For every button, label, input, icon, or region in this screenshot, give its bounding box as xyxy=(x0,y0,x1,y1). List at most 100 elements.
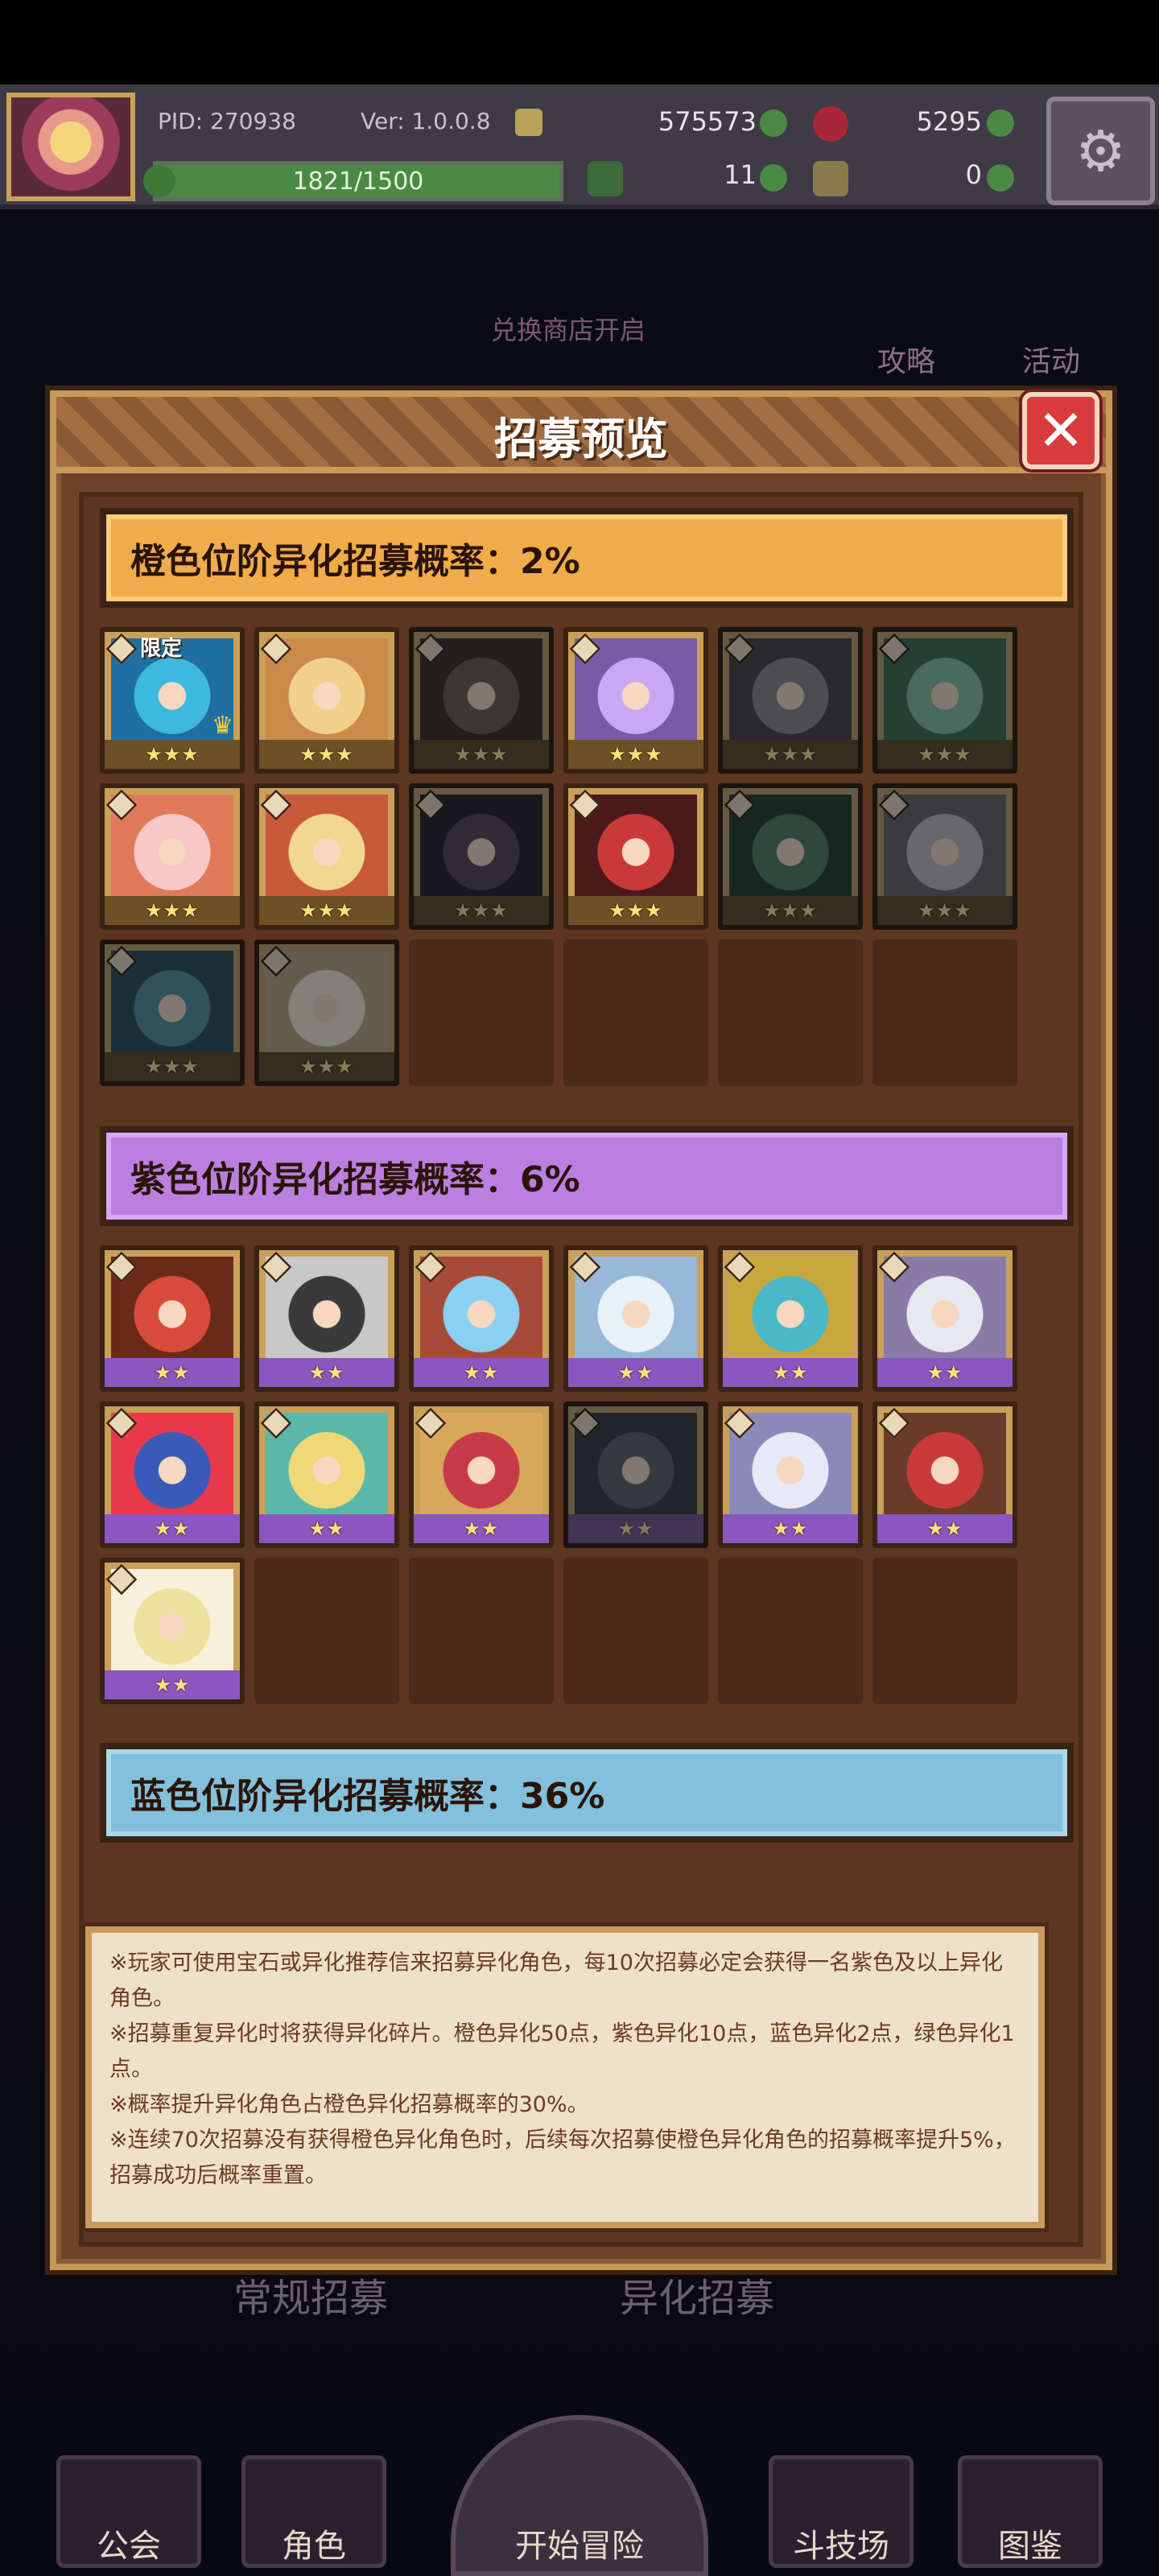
empty-slot xyxy=(718,1558,863,1704)
add-gem-icon[interactable] xyxy=(987,109,1014,137)
character-card[interactable]: ★★★ xyxy=(563,627,708,774)
character-card-frame: ★★ xyxy=(100,1245,245,1392)
purple-tier-grid: ★★ ★★ ★★ ★★ ★★ ★★ ★★ ★★ ★★ ★★ ★★ ★★ ★★ xyxy=(100,1245,1074,1704)
settings-gear-icon[interactable]: ⚙ xyxy=(1046,97,1155,205)
clover-count: 11 xyxy=(724,159,757,190)
nav-codex[interactable]: 图鉴 xyxy=(958,2520,1103,2566)
character-card[interactable]: 限定 ♛ ★★★ xyxy=(100,627,245,774)
character-card[interactable]: ★★★ xyxy=(563,783,708,930)
character-card[interactable]: ★★ xyxy=(718,1402,863,1548)
add-key-icon[interactable] xyxy=(987,164,1014,192)
star-rating: ★★ xyxy=(568,1514,703,1543)
character-card[interactable]: ★★★ xyxy=(872,627,1017,774)
character-card[interactable]: ★★★ xyxy=(100,783,245,930)
game-screen: PID: 270938 Ver: 1.0.0.8 575573 5295 182… xyxy=(0,0,1159,2576)
character-card[interactable]: ★★ xyxy=(409,1402,554,1548)
note-line: ※招募重复异化时将获得异化碎片。橙色异化50点，紫色异化10点，蓝色异化2点，绿… xyxy=(109,2021,1015,2082)
character-card-frame: ★★★ xyxy=(563,627,708,774)
character-card[interactable]: ★★ xyxy=(872,1402,1017,1548)
star-rating: ★★ xyxy=(568,1358,703,1387)
version-text: Ver: 1.0.0.8 xyxy=(361,108,491,134)
star-rating: ★★★ xyxy=(568,740,703,769)
star-rating: ★★★ xyxy=(414,896,549,925)
normal-recruit-button[interactable]: 常规招募 xyxy=(233,2266,388,2322)
character-card[interactable]: ★★★ xyxy=(718,783,863,930)
coin-count: 575573 xyxy=(658,106,757,137)
character-card-frame: ★★ xyxy=(254,1245,399,1392)
empty-slot xyxy=(409,1558,554,1704)
character-card[interactable]: ★★ xyxy=(409,1245,554,1392)
character-card[interactable]: ★★ xyxy=(718,1245,863,1392)
character-card[interactable]: ★★ xyxy=(563,1402,708,1548)
character-card-frame: ★★ xyxy=(409,1402,554,1548)
empty-slot xyxy=(718,939,863,1086)
star-rating: ★★ xyxy=(414,1514,549,1543)
character-card[interactable]: ★★ xyxy=(254,1245,399,1392)
character-card-frame: ★★ xyxy=(100,1402,245,1548)
character-card-frame: ★★ xyxy=(718,1245,863,1392)
empty-slot xyxy=(872,939,1017,1086)
key-count: 0 xyxy=(965,159,982,190)
character-card-frame: ★★ xyxy=(254,1402,399,1548)
nav-character[interactable]: 角色 xyxy=(241,2520,386,2566)
close-icon[interactable]: ✕ xyxy=(1022,392,1099,469)
character-card[interactable]: ★★★ xyxy=(409,783,554,930)
variant-recruit-button[interactable]: 异化招募 xyxy=(620,2266,774,2322)
star-rating: ★★ xyxy=(414,1358,549,1387)
character-card-frame: ★★ xyxy=(100,1558,245,1704)
limited-badge: 限定 xyxy=(140,637,183,661)
star-rating: ★★ xyxy=(105,1670,240,1699)
character-card[interactable]: ★★★ xyxy=(872,783,1017,930)
character-card[interactable]: ★★★ xyxy=(254,627,399,774)
character-card[interactable]: ★★ xyxy=(563,1245,708,1392)
orange-tier-grid: 限定 ♛ ★★★ ★★★ ★★★ ★★★ ★★★ ★★★ ★★★ ★★★ ★★★ ★★★ ★★★ ★★★ ★… xyxy=(100,627,1074,1086)
nav-arena[interactable]: 斗技场 xyxy=(769,2520,914,2566)
star-rating: ★★ xyxy=(105,1358,240,1387)
player-avatar[interactable] xyxy=(6,93,135,201)
character-card-frame: ★★★ xyxy=(872,627,1017,774)
character-card-frame: ★★★ xyxy=(563,783,708,930)
exp-leaf-icon xyxy=(143,165,175,197)
character-card-frame: ★★ xyxy=(563,1245,708,1392)
character-card[interactable]: ★★★ xyxy=(718,627,863,774)
character-card[interactable]: ★★ xyxy=(254,1402,399,1548)
character-card-frame: ★★ xyxy=(563,1402,708,1548)
star-rating: ★★★ xyxy=(723,896,858,925)
star-rating: ★★★ xyxy=(259,1052,394,1081)
empty-slot xyxy=(872,1558,1017,1704)
character-card[interactable]: ★★★ xyxy=(254,783,399,930)
gem-count: 5295 xyxy=(916,106,982,137)
character-card-frame: 限定 ♛ ★★★ xyxy=(100,627,245,774)
event-label[interactable]: 活动 xyxy=(1022,338,1080,380)
empty-slot xyxy=(563,1558,708,1704)
star-rating: ★★ xyxy=(877,1358,1013,1387)
guide-label[interactable]: 攻略 xyxy=(877,338,935,380)
star-rating: ★★★ xyxy=(105,1052,240,1081)
purple-tier-banner: 紫色位阶异化招募概率：6% xyxy=(100,1126,1074,1226)
character-card[interactable]: ★★★ xyxy=(100,939,245,1086)
orange-tier-banner: 橙色位阶异化招募概率：2% xyxy=(100,508,1074,608)
add-clover-icon[interactable] xyxy=(760,164,787,192)
star-rating: ★★★ xyxy=(414,740,549,769)
shop-banner: 兑换商店开启 xyxy=(491,315,646,345)
add-coin-icon[interactable] xyxy=(760,109,787,137)
character-card-frame: ★★★ xyxy=(409,627,554,774)
star-rating: ★★ xyxy=(259,1358,394,1387)
nav-adventure[interactable]: 开始冒险 xyxy=(467,2520,692,2566)
character-card[interactable]: ★★★ xyxy=(409,627,554,774)
note-line: ※连续70次招募没有获得橙色异化角色时，后续每次招募使橙色异化角色的招募概率提升… xyxy=(109,2128,1016,2188)
character-card[interactable]: ★★ xyxy=(100,1402,245,1548)
star-rating: ★★★ xyxy=(105,896,240,925)
character-card-frame: ★★ xyxy=(718,1402,863,1548)
character-card[interactable]: ★★ xyxy=(100,1558,245,1704)
character-card-frame: ★★★ xyxy=(254,939,399,1086)
character-card-frame: ★★★ xyxy=(100,783,245,930)
star-rating: ★★ xyxy=(259,1514,394,1543)
exp-bar: 1821/1500 xyxy=(153,161,563,201)
character-card[interactable]: ★★ xyxy=(872,1245,1017,1392)
nav-guild[interactable]: 公会 xyxy=(56,2520,201,2566)
character-card[interactable]: ★★★ xyxy=(254,939,399,1086)
star-rating: ★★★ xyxy=(877,740,1013,769)
note-line: ※玩家可使用宝石或异化推荐信来招募异化角色，每10次招募必定会获得一名紫色及以上… xyxy=(109,1951,1003,2011)
character-card[interactable]: ★★ xyxy=(100,1245,245,1392)
